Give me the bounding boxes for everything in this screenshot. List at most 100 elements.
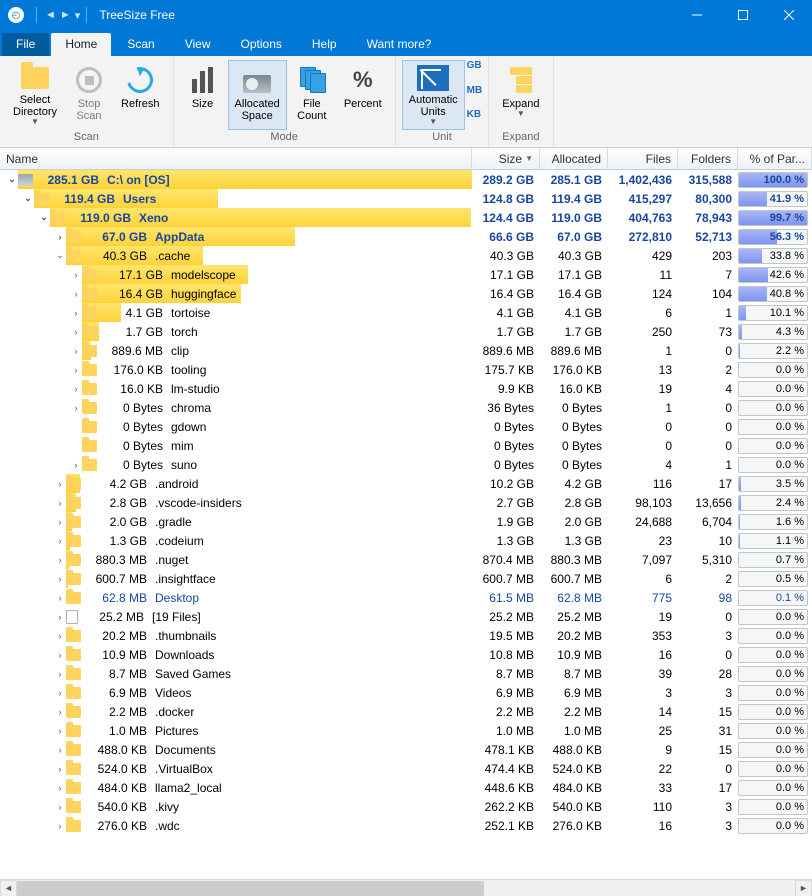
col-percent[interactable]: % of Par... bbox=[738, 148, 812, 169]
chevron-right-icon[interactable]: › bbox=[54, 726, 66, 736]
tree-row[interactable]: ›62.8 MBDesktop61.5 MB62.8 MB775980.1 % bbox=[0, 588, 812, 607]
chevron-right-icon[interactable]: › bbox=[54, 650, 66, 660]
tree-row[interactable]: ›20.2 MB.thumbnails19.5 MB20.2 MB35330.0… bbox=[0, 626, 812, 645]
tree-row[interactable]: ›2.0 GB.gradle1.9 GB2.0 GB24,6886,7041.6… bbox=[0, 512, 812, 531]
horizontal-scrollbar[interactable]: ◄ ► bbox=[0, 879, 812, 896]
tab-options[interactable]: Options bbox=[227, 33, 296, 56]
unit-mb[interactable]: MB bbox=[467, 85, 483, 96]
col-files[interactable]: Files bbox=[608, 148, 678, 169]
chevron-right-icon[interactable]: › bbox=[70, 346, 82, 356]
close-button[interactable] bbox=[766, 0, 812, 30]
chevron-right-icon[interactable]: › bbox=[54, 498, 66, 508]
tab-scan[interactable]: Scan bbox=[113, 33, 168, 56]
chevron-right-icon[interactable]: › bbox=[54, 707, 66, 717]
tab-view[interactable]: View bbox=[171, 33, 225, 56]
tree-row[interactable]: ›488.0 KBDocuments478.1 KB488.0 KB9150.0… bbox=[0, 740, 812, 759]
qat-fwd-icon[interactable]: ► bbox=[60, 9, 71, 21]
tree-row[interactable]: ⌄119.4 GBUsers124.8 GB119.4 GB415,29780,… bbox=[0, 189, 812, 208]
tree-row[interactable]: ›16.0 KBlm-studio9.9 KB16.0 KB1940.0 % bbox=[0, 379, 812, 398]
chevron-right-icon[interactable]: › bbox=[54, 574, 66, 584]
tree-row[interactable]: ›17.1 GBmodelscope17.1 GB17.1 GB11742.6 … bbox=[0, 265, 812, 284]
col-folders[interactable]: Folders bbox=[678, 148, 738, 169]
tree-row[interactable]: ›0 Bytessuno0 Bytes0 Bytes410.0 % bbox=[0, 455, 812, 474]
tree-row[interactable]: ›1.3 GB.codeium1.3 GB1.3 GB23101.1 % bbox=[0, 531, 812, 550]
mode-filecount-button[interactable]: FileCount bbox=[289, 60, 335, 130]
chevron-down-icon[interactable]: ⌄ bbox=[6, 174, 18, 185]
tree-row[interactable]: ›889.6 MBclip889.6 MB889.6 MB102.2 % bbox=[0, 341, 812, 360]
tab-help[interactable]: Help bbox=[298, 33, 351, 56]
tab-want-more[interactable]: Want more? bbox=[353, 33, 446, 56]
tree-row[interactable]: ›4.2 GB.android10.2 GB4.2 GB116173.5 % bbox=[0, 474, 812, 493]
mode-allocated-button[interactable]: AllocatedSpace bbox=[228, 60, 287, 130]
qat-dropdown-icon[interactable]: ▾ bbox=[75, 9, 81, 22]
tree-row[interactable]: ›524.0 KB.VirtualBox474.4 KB524.0 KB2200… bbox=[0, 759, 812, 778]
tree-row[interactable]: ›276.0 KB.wdc252.1 KB276.0 KB1630.0 % bbox=[0, 816, 812, 835]
tree-row[interactable]: ›484.0 KBllama2_local448.6 KB484.0 KB331… bbox=[0, 778, 812, 797]
chevron-right-icon[interactable]: › bbox=[54, 783, 66, 793]
col-allocated[interactable]: Allocated bbox=[540, 148, 608, 169]
mode-size-button[interactable]: Size bbox=[180, 60, 226, 130]
tree-row[interactable]: ›0 Bytesgdown0 Bytes0 Bytes000.0 % bbox=[0, 417, 812, 436]
tree-row[interactable]: ›600.7 MB.insightface600.7 MB600.7 MB620… bbox=[0, 569, 812, 588]
tree-row[interactable]: ›4.1 GBtortoise4.1 GB4.1 GB6110.1 % bbox=[0, 303, 812, 322]
col-size[interactable]: Size▼ bbox=[472, 148, 540, 169]
tree-row[interactable]: ›67.0 GBAppData66.6 GB67.0 GB272,81052,7… bbox=[0, 227, 812, 246]
stop-scan-button[interactable]: StopScan bbox=[66, 60, 112, 130]
unit-gb[interactable]: GB bbox=[467, 60, 483, 71]
tree-row[interactable]: ›25.2 MB[19 Files]25.2 MB25.2 MB1900.0 % bbox=[0, 607, 812, 626]
scroll-right-icon[interactable]: ► bbox=[795, 880, 812, 896]
chevron-right-icon[interactable]: › bbox=[70, 270, 82, 280]
tree-row[interactable]: ›880.3 MB.nuget870.4 MB880.3 MB7,0975,31… bbox=[0, 550, 812, 569]
tree-row[interactable]: ⌄285.1 GBC:\ on [OS]289.2 GB285.1 GB1,40… bbox=[0, 170, 812, 189]
chevron-right-icon[interactable]: › bbox=[54, 631, 66, 641]
tree-row[interactable]: ⌄40.3 GB.cache40.3 GB40.3 GB42920333.8 % bbox=[0, 246, 812, 265]
tree-row[interactable]: ›10.9 MBDownloads10.8 MB10.9 MB1600.0 % bbox=[0, 645, 812, 664]
chevron-right-icon[interactable]: › bbox=[70, 460, 82, 470]
tree-row[interactable]: ›1.0 MBPictures1.0 MB1.0 MB25310.0 % bbox=[0, 721, 812, 740]
chevron-right-icon[interactable]: › bbox=[54, 536, 66, 546]
chevron-right-icon[interactable]: › bbox=[70, 384, 82, 394]
chevron-right-icon[interactable]: › bbox=[54, 479, 66, 489]
tree-row[interactable]: ›16.4 GBhuggingface16.4 GB16.4 GB1241044… bbox=[0, 284, 812, 303]
chevron-right-icon[interactable]: › bbox=[54, 669, 66, 679]
chevron-right-icon[interactable]: › bbox=[54, 745, 66, 755]
chevron-right-icon[interactable]: › bbox=[54, 232, 66, 242]
unit-kb[interactable]: KB bbox=[467, 109, 483, 120]
scroll-left-icon[interactable]: ◄ bbox=[0, 880, 17, 896]
minimize-button[interactable] bbox=[674, 0, 720, 30]
chevron-right-icon[interactable]: › bbox=[54, 764, 66, 774]
tree-row[interactable]: ›176.0 KBtooling175.7 KB176.0 KB1320.0 % bbox=[0, 360, 812, 379]
chevron-down-icon[interactable]: ⌄ bbox=[54, 250, 66, 261]
tree-row[interactable]: ⌄119.0 GBXeno124.4 GB119.0 GB404,76378,9… bbox=[0, 208, 812, 227]
col-name[interactable]: Name bbox=[0, 148, 472, 169]
chevron-right-icon[interactable]: › bbox=[70, 289, 82, 299]
tree-row[interactable]: ›0 Byteschroma36 Bytes0 Bytes100.0 % bbox=[0, 398, 812, 417]
select-directory-button[interactable]: SelectDirectory▼ bbox=[6, 60, 64, 130]
chevron-right-icon[interactable]: › bbox=[54, 821, 66, 831]
refresh-button[interactable]: Refresh bbox=[114, 60, 167, 130]
chevron-right-icon[interactable]: › bbox=[54, 688, 66, 698]
tree-row[interactable]: ›1.7 GBtorch1.7 GB1.7 GB250734.3 % bbox=[0, 322, 812, 341]
chevron-right-icon[interactable]: › bbox=[54, 612, 66, 622]
expand-button[interactable]: Expand▼ bbox=[495, 60, 546, 130]
mode-percent-button[interactable]: % Percent bbox=[337, 60, 389, 130]
tab-file[interactable]: File bbox=[2, 33, 49, 56]
chevron-right-icon[interactable]: › bbox=[54, 593, 66, 603]
qat-back-icon[interactable]: ◄ bbox=[45, 9, 56, 21]
chevron-down-icon[interactable]: ⌄ bbox=[22, 193, 34, 204]
chevron-right-icon[interactable]: › bbox=[54, 555, 66, 565]
tree-row[interactable]: ›540.0 KB.kivy262.2 KB540.0 KB11030.0 % bbox=[0, 797, 812, 816]
scroll-thumb[interactable] bbox=[17, 881, 484, 896]
tab-home[interactable]: Home bbox=[51, 33, 111, 56]
chevron-right-icon[interactable]: › bbox=[54, 802, 66, 812]
tree-row[interactable]: ›6.9 MBVideos6.9 MB6.9 MB330.0 % bbox=[0, 683, 812, 702]
chevron-down-icon[interactable]: ⌄ bbox=[38, 212, 50, 223]
chevron-right-icon[interactable]: › bbox=[70, 327, 82, 337]
tree-row[interactable]: ›8.7 MBSaved Games8.7 MB8.7 MB39280.0 % bbox=[0, 664, 812, 683]
tree-view[interactable]: ⌄285.1 GBC:\ on [OS]289.2 GB285.1 GB1,40… bbox=[0, 170, 812, 879]
tree-row[interactable]: ›2.2 MB.docker2.2 MB2.2 MB14150.0 % bbox=[0, 702, 812, 721]
chevron-right-icon[interactable]: › bbox=[70, 403, 82, 413]
maximize-button[interactable] bbox=[720, 0, 766, 30]
chevron-right-icon[interactable]: › bbox=[54, 517, 66, 527]
tree-row[interactable]: ›0 Bytesmim0 Bytes0 Bytes000.0 % bbox=[0, 436, 812, 455]
